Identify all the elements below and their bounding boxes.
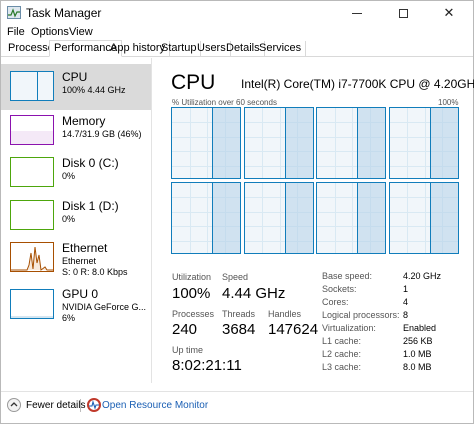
minimize-icon	[352, 12, 362, 14]
logical-processor-graph	[171, 182, 241, 254]
spec-label: Base speed:	[322, 271, 373, 281]
task-manager-window: Task Manager ✕ File Options View Process…	[0, 0, 474, 424]
speed-value: 4.44 GHz	[222, 285, 286, 302]
uptime-value: 8:02:21:11	[172, 357, 242, 374]
spec-label: Virtualization:	[322, 323, 376, 333]
resource-detail: 0%	[62, 171, 76, 181]
logical-processor-graph	[171, 107, 241, 179]
handles-value: 147624	[268, 321, 319, 338]
logical-processor-graph	[243, 182, 314, 254]
footer: Fewer details Open Resource Monitor	[1, 393, 473, 423]
close-icon: ✕	[443, 5, 455, 20]
page-title: CPU	[171, 71, 216, 94]
gpu-mini-graph	[10, 289, 54, 319]
resource-item-disk-1[interactable]: Disk 1 (D:) 0%	[1, 197, 151, 243]
resource-detail: 0%	[62, 214, 76, 224]
disk-0-mini-graph	[10, 157, 54, 187]
resource-detail: Ethernet	[62, 256, 97, 266]
title-bar[interactable]: Task Manager ✕	[1, 1, 473, 25]
window-title: Task Manager	[26, 6, 102, 20]
memory-mini-graph	[10, 115, 54, 145]
resource-item-disk-0[interactable]: Disk 0 (C:) 0%	[1, 154, 151, 200]
resource-item-memory[interactable]: Memory 14.7/31.9 GB (46%)	[1, 112, 151, 158]
resource-detail: 14.7/31.9 GB (46%)	[62, 129, 142, 139]
cpu-mini-graph	[10, 71, 54, 101]
spec-label: L1 cache:	[322, 336, 362, 346]
utilization-label: Utilization	[172, 272, 212, 282]
resource-name: Ethernet	[62, 241, 108, 255]
resource-list: CPU 100% 4.44 GHz Memory 14.7/31.9 GB (4…	[1, 58, 152, 383]
threads-label: Threads	[222, 309, 256, 319]
logical-processor-graph	[388, 107, 459, 179]
resource-detail: 100% 4.44 GHz	[62, 85, 126, 95]
minimize-button[interactable]	[334, 1, 380, 25]
tab-services[interactable]: Services	[255, 41, 307, 57]
logical-processor-graph	[243, 107, 314, 179]
processes-label: Processes	[172, 309, 215, 319]
resource-name: Disk 1 (D:)	[62, 199, 119, 213]
ethernet-mini-graph	[10, 242, 54, 272]
maximize-button[interactable]	[380, 1, 426, 25]
spec-value: 1.0 MB	[403, 349, 432, 359]
spec-value: 4.20 GHz	[403, 271, 442, 281]
resource-detail: NVIDIA GeForce G...	[62, 302, 147, 312]
threads-value: 3684	[222, 321, 256, 338]
spec-value: 1	[403, 284, 409, 294]
menu-options[interactable]: Options	[31, 26, 69, 38]
logical-processor-graph	[316, 182, 386, 254]
resource-detail-2: S: 0 R: 8.0 Kbps	[62, 267, 128, 277]
cpu-model-name: Intel(R) Core(TM) i7-7700K CPU @ 4.20GHz	[241, 77, 474, 91]
logical-processor-graph	[388, 182, 459, 254]
fewer-details-button[interactable]: Fewer details	[26, 400, 85, 411]
resource-name: GPU 0	[62, 287, 99, 301]
resource-item-gpu-0[interactable]: GPU 0 NVIDIA GeForce G... 6%	[1, 286, 151, 332]
menu-file[interactable]: File	[7, 26, 25, 38]
open-resource-monitor-link[interactable]: Open Resource Monitor	[102, 400, 208, 411]
graph-max-label: 100%	[438, 98, 459, 107]
utilization-value: 100%	[172, 285, 211, 302]
resource-monitor-icon	[87, 398, 101, 412]
resource-name: Disk 0 (C:)	[62, 156, 119, 170]
close-button[interactable]: ✕	[426, 1, 472, 25]
footer-divider	[1, 391, 473, 392]
spec-value: 256 KB	[403, 336, 433, 346]
menu-view[interactable]: View	[69, 26, 93, 38]
resource-detail-2: 6%	[62, 313, 76, 323]
spec-value: 8.0 MB	[403, 362, 432, 372]
spec-value: 8	[403, 310, 409, 320]
logical-processor-graph	[316, 107, 386, 179]
processes-value: 240	[172, 321, 198, 338]
footer-separator	[80, 399, 81, 412]
spec-value: Enabled	[403, 323, 437, 333]
logical-processor-graphs	[171, 107, 459, 255]
resource-item-cpu[interactable]: CPU 100% 4.44 GHz	[1, 64, 151, 110]
resource-item-ethernet[interactable]: Ethernet Ethernet S: 0 R: 8.0 Kbps	[1, 239, 151, 285]
resource-name: Memory	[62, 114, 106, 128]
spec-label: Sockets:	[322, 284, 357, 294]
menu-bar: File Options View	[1, 25, 473, 41]
task-manager-app-icon	[7, 6, 21, 19]
graph-caption: % Utilization over 60 seconds	[172, 98, 277, 107]
chevron-up-icon[interactable]	[7, 398, 21, 412]
uptime-label: Up time	[172, 345, 204, 355]
handles-label: Handles	[268, 309, 302, 319]
spec-label: L2 cache:	[322, 349, 362, 359]
spec-label: L3 cache:	[322, 362, 362, 372]
maximize-icon	[398, 8, 408, 18]
resource-name: CPU	[62, 70, 88, 84]
speed-label: Speed	[222, 272, 249, 282]
disk-1-mini-graph	[10, 200, 54, 230]
spec-value: 4	[403, 297, 409, 307]
spec-label: Logical processors:	[322, 310, 400, 320]
spec-label: Cores:	[322, 297, 349, 307]
tab-strip: Processes Performance App history Startu…	[1, 40, 473, 57]
